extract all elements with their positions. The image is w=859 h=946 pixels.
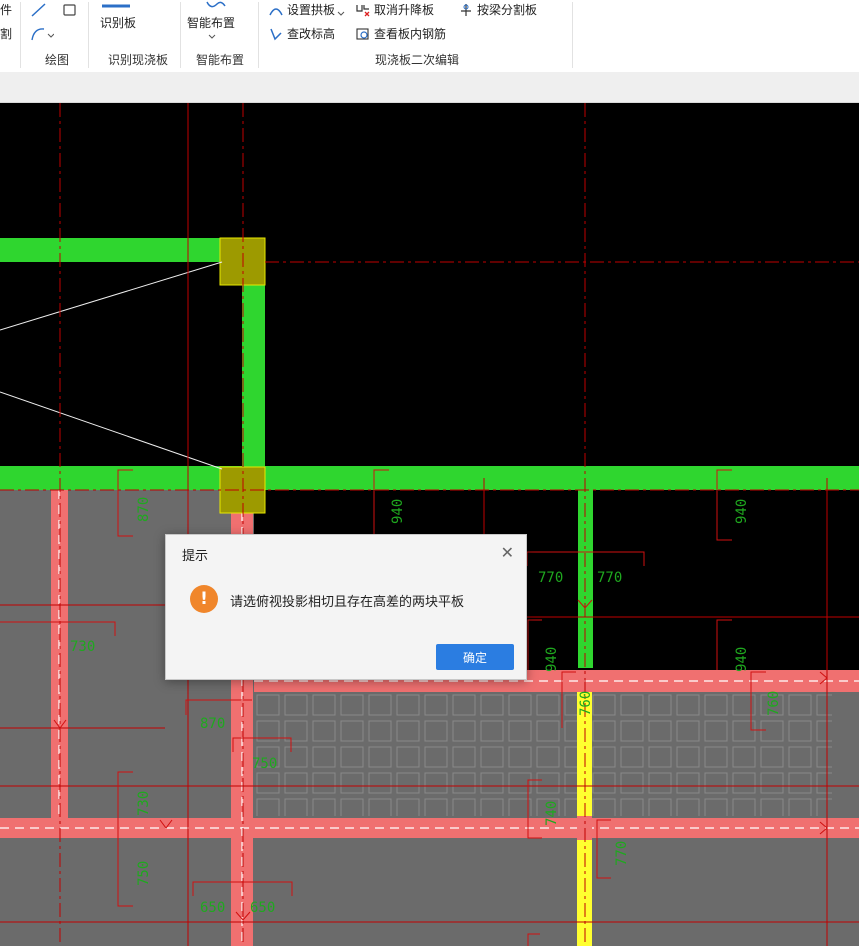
line-draw-icon[interactable] (30, 2, 48, 18)
slab-tiled-area[interactable] (254, 692, 832, 816)
arc-draw-icon[interactable] (30, 26, 54, 42)
set-arch-slab-button[interactable]: 设置拱板 (268, 2, 348, 18)
ribbon-separator (88, 2, 89, 68)
dim-label: 760 (766, 691, 782, 716)
warning-icon: ! (190, 585, 218, 613)
draw-group-label: 绘图 (44, 53, 69, 67)
dim-label: 770 (614, 841, 630, 866)
smart-group-label: 智能布置 (195, 53, 244, 67)
chevron-down-icon[interactable] (337, 11, 345, 17)
dim-label: 730 (136, 791, 152, 816)
ribbon-fragment-top[interactable]: 件 (0, 2, 12, 18)
dim-label: 770 (597, 570, 622, 586)
ribbon-separator (572, 2, 573, 68)
dim-label: 730 (70, 639, 95, 655)
ok-button[interactable]: 确定 (436, 644, 514, 670)
dim-label: 870 (136, 497, 152, 522)
dim-label: 940 (734, 647, 750, 672)
ribbon-separator (180, 2, 181, 68)
ribbon-separator (258, 2, 259, 68)
elevation-icon (270, 28, 282, 41)
cad-drawing-canvas[interactable]: 870 940 940 770 770 730 940 940 870 760 … (0, 103, 859, 946)
dim-label: 750 (136, 861, 152, 886)
view-slab-rebar-button[interactable]: 查看板内钢筋 (355, 26, 446, 42)
cancel-raise-slab-button[interactable]: 取消升降板 (355, 2, 434, 18)
chevron-down-icon[interactable] (208, 34, 216, 40)
split-by-beam-button[interactable]: 按梁分割板 (458, 2, 537, 18)
close-icon[interactable]: ✕ (501, 543, 514, 562)
tab-strip (0, 72, 859, 103)
identify-slab-button[interactable]: 识别板 (100, 15, 136, 31)
dim-label: 870 (200, 716, 225, 732)
prompt-dialog: 提示 ✕ ! 请选俯视投影相切且存在高差的两块平板 确定 (165, 534, 527, 680)
rectangle-draw-icon[interactable] (62, 2, 78, 18)
edit-group-label: 现浇板二次编辑 (374, 53, 459, 67)
smart-layout-button[interactable]: 智能布置 (187, 15, 235, 31)
identify-group-label: 识别现浇板 (107, 53, 168, 67)
edit-elevation-button[interactable]: 查改标高 (268, 26, 335, 42)
ribbon-toolbar: 件 割 绘图 识别板 识别现浇板 智能布置 智能布置 设置拱板 取消升降板 按梁… (0, 0, 859, 73)
ribbon-fragment-bottom[interactable]: 割 (0, 26, 12, 42)
cancel-raise-icon (356, 5, 370, 17)
dim-label: 940 (390, 499, 406, 524)
smart-layout-icon (206, 1, 226, 8)
dim-label: 740 (544, 801, 560, 826)
dim-label: 940 (734, 499, 750, 524)
split-by-beam-icon (461, 4, 471, 16)
identify-slab-icon (102, 4, 130, 8)
dialog-message: 请选俯视投影相切且存在高差的两块平板 (230, 595, 465, 610)
dim-label: 770 (538, 570, 563, 586)
dim-label: 750 (252, 756, 277, 772)
slab-rebar-icon (356, 28, 369, 40)
dim-label: 650 (200, 900, 225, 916)
arch-slab-icon (269, 8, 283, 16)
dim-label: 940 (544, 647, 560, 672)
ribbon-separator (20, 2, 21, 68)
dim-label: 650 (250, 900, 275, 916)
dim-label: 760 (578, 691, 594, 716)
dialog-title: 提示 (182, 549, 209, 564)
